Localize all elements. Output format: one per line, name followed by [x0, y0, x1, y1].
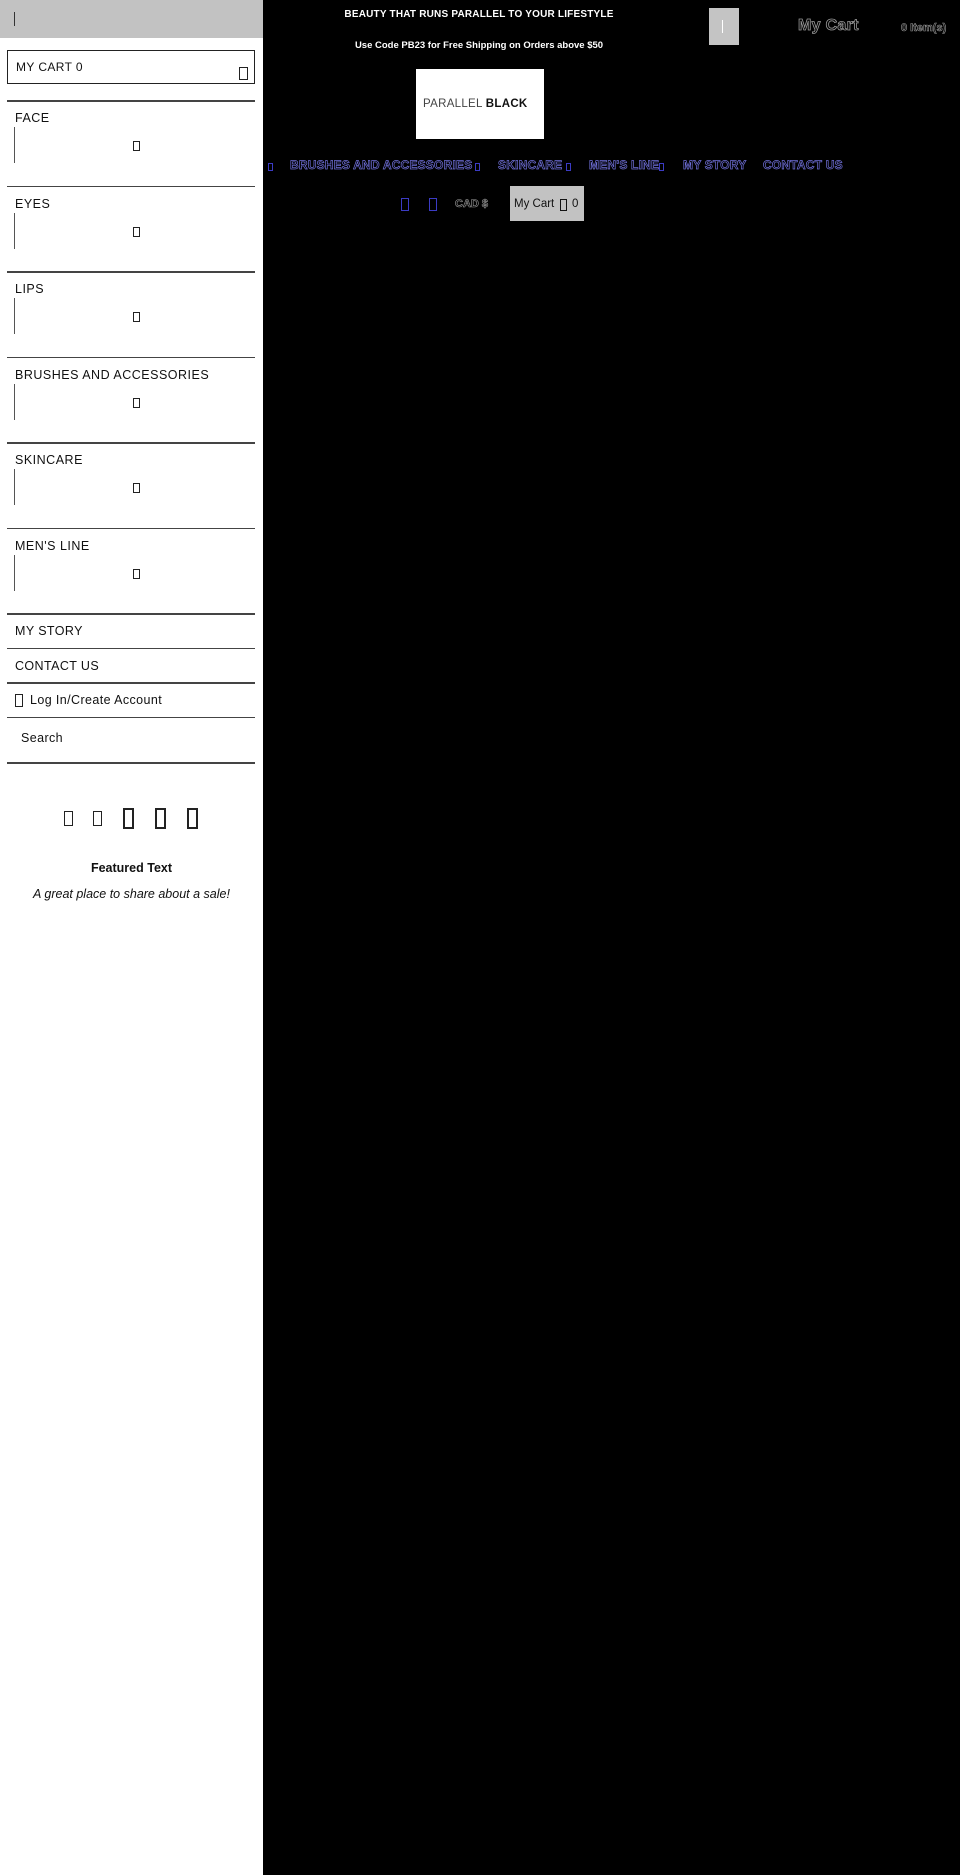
drawer-section-title[interactable]: MEN'S LINE — [15, 539, 90, 553]
drawer-link-my-story[interactable]: MY STORY — [7, 613, 255, 647]
chevron-down-icon — [133, 226, 140, 237]
search-icon — [722, 20, 723, 33]
user-icon[interactable] — [401, 198, 409, 211]
login-label: Log In/Create Account — [30, 693, 163, 707]
divider — [7, 716, 255, 718]
drawer-link-label: CONTACT US — [15, 658, 100, 673]
logo-text-bold: BLACK — [485, 98, 528, 110]
divider — [7, 527, 255, 529]
drawer-search[interactable]: Search — [7, 716, 255, 762]
nav-item-my-story[interactable]: MY STORY — [683, 158, 747, 173]
utility-bar: CAD $ My Cart 0 — [263, 186, 960, 222]
nav-item-mens-line[interactable]: MEN'S LINE — [589, 158, 660, 173]
drawer-section-toggle[interactable] — [14, 127, 250, 163]
drawer-section-title[interactable]: BRUSHES AND ACCESSORIES — [15, 368, 209, 382]
drawer-link-contact-us[interactable]: CONTACT US — [7, 647, 255, 682]
page-content: BEAUTY THAT RUNS PARALLEL TO YOUR LIFEST… — [263, 0, 960, 1875]
nav-item-brushes[interactable]: BRUSHES AND ACCESSORIES — [290, 158, 473, 173]
main-nav: BRUSHES AND ACCESSORIES SKINCARE MEN'S L… — [263, 158, 960, 176]
drawer-cart-link[interactable]: MY CART 0 — [7, 50, 255, 84]
cart-icon — [239, 67, 248, 80]
chevron-down-icon — [133, 483, 140, 493]
header-search-button[interactable] — [709, 8, 739, 45]
divider — [7, 682, 255, 684]
chevron-down-icon — [133, 141, 140, 151]
drawer-section-title[interactable]: EYES — [15, 197, 50, 211]
divider — [7, 185, 255, 187]
cart-icon — [560, 199, 567, 211]
drawer-section-title[interactable]: LIPS — [15, 282, 44, 296]
drawer-section-toggle[interactable] — [14, 554, 250, 591]
instagram-icon[interactable] — [123, 808, 134, 829]
cart-button[interactable]: My Cart 0 — [510, 186, 584, 221]
drawer-cart-label: MY CART — [16, 60, 73, 74]
nav-item-skincare[interactable]: SKINCARE — [498, 158, 563, 173]
drawer-link-label: MY STORY — [15, 624, 83, 638]
logo-text: PARALLEL — [423, 98, 483, 110]
chevron-down-icon — [133, 397, 140, 408]
facebook-icon[interactable] — [64, 811, 73, 826]
youtube-icon[interactable] — [187, 808, 198, 829]
chevron-down-icon — [133, 312, 140, 322]
chevron-down-icon — [133, 568, 140, 579]
header-cart-title[interactable]: My Cart — [798, 17, 859, 35]
twitter-icon[interactable] — [93, 811, 102, 826]
drawer-section-toggle[interactable] — [14, 469, 250, 505]
user-icon — [15, 694, 23, 707]
divider — [7, 613, 255, 615]
divider — [7, 100, 255, 102]
divider — [7, 762, 255, 764]
featured-text: A great place to share about a sale! — [33, 887, 230, 901]
cart-button-label: My Cart — [514, 198, 555, 210]
search-input[interactable]: Search — [21, 731, 63, 745]
header-cart-items[interactable]: 0 Item(s) — [901, 22, 947, 35]
mobile-nav-drawer: MY CART 0 FACE EYES LIPS BRUSHES AND ACC… — [0, 0, 263, 1875]
divider — [7, 442, 255, 444]
divider — [7, 356, 255, 358]
chevron-down-icon[interactable] — [475, 163, 480, 171]
chevron-down-icon[interactable] — [659, 163, 664, 171]
drawer-header — [0, 0, 263, 38]
site-logo[interactable]: PARALLEL BLACK — [416, 69, 544, 139]
drawer-section-title[interactable]: SKINCARE — [15, 453, 83, 467]
pinterest-icon[interactable] — [155, 808, 166, 829]
drawer-section-title[interactable]: FACE — [15, 111, 50, 125]
nav-item-contact-us[interactable]: CONTACT US — [763, 158, 843, 173]
chevron-down-icon[interactable] — [566, 163, 571, 171]
chevron-down-icon[interactable] — [268, 163, 273, 171]
featured-title: Featured Text — [90, 861, 173, 875]
social-links — [0, 808, 263, 832]
divider — [7, 647, 255, 649]
divider — [7, 271, 255, 273]
close-drawer-icon[interactable] — [14, 12, 15, 26]
drawer-section-toggle[interactable] — [14, 383, 250, 420]
drawer-cart-count: 0 — [75, 60, 83, 74]
drawer-section-toggle[interactable] — [14, 212, 250, 249]
drawer-login-link[interactable]: Log In/Create Account — [7, 682, 255, 716]
search-icon[interactable] — [429, 198, 437, 211]
announcement-bar: BEAUTY THAT RUNS PARALLEL TO YOUR LIFEST… — [344, 9, 614, 20]
promo-text: Use Code PB23 for Free Shipping on Order… — [354, 40, 604, 51]
drawer-section-toggle[interactable] — [14, 298, 250, 334]
currency-selector[interactable]: CAD $ — [455, 198, 489, 211]
cart-count: 0 — [572, 198, 579, 210]
